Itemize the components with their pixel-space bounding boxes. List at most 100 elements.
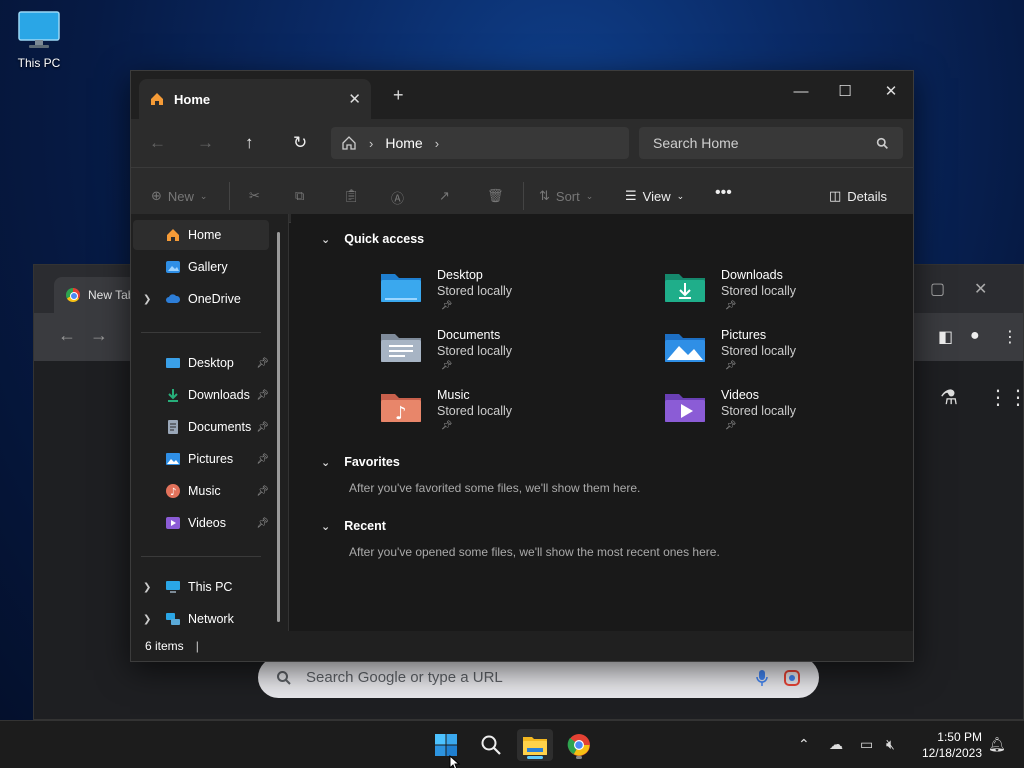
nav-divider (141, 556, 261, 557)
chrome-tab-title: New Tab (88, 288, 135, 302)
folder-icon (523, 737, 547, 755)
quick-access-videos[interactable]: Videos Stored locally 📌︎ (663, 388, 796, 431)
more-options-icon[interactable]: ••• (715, 184, 732, 202)
quick-access-music[interactable]: ♪ Music Stored locally 📌︎ (379, 388, 512, 431)
show-hidden-icons-chevron-icon[interactable]: ⌃ (798, 736, 810, 753)
content-pane: ⌄ Quick access Desktop Stored locally 📌︎… (291, 214, 913, 631)
chrome-sidepanel-icon[interactable]: ◧ (938, 327, 953, 347)
google-search-placeholder: Search Google or type a URL (306, 669, 503, 686)
paste-icon[interactable]: 📋︎ (343, 188, 360, 204)
quick-access-pictures[interactable]: Pictures Stored locally 📌︎ (663, 328, 796, 371)
monitor-icon (18, 11, 60, 48)
section-quick-access[interactable]: ⌄ Quick access (321, 232, 424, 246)
status-bar: 6 items | (131, 631, 913, 661)
nav-label: Videos (188, 516, 226, 530)
nav-item-desktop[interactable]: Desktop 📌︎ (133, 348, 269, 378)
downloads-folder-icon (665, 274, 705, 302)
nav-item-onedrive[interactable]: ❯ OneDrive (133, 284, 269, 314)
details-button[interactable]: ◫ Details (829, 188, 887, 204)
chrome-forward-icon[interactable]: → (90, 325, 108, 346)
rename-icon[interactable]: Ⓐ (391, 188, 404, 207)
section-title: Favorites (344, 455, 400, 469)
nav-item-gallery[interactable]: Gallery (133, 252, 269, 282)
onedrive-offline-icon[interactable]: ☁ (829, 736, 843, 753)
nav-item-videos[interactable]: Videos 📌︎ (133, 508, 269, 538)
new-tab-icon[interactable]: + (393, 85, 404, 106)
new-button[interactable]: ⊕ New ⌄ (151, 188, 207, 204)
address-bar[interactable]: › Home › (331, 127, 629, 159)
close-window-icon[interactable]: ✕ (869, 77, 913, 105)
breadcrumb-home[interactable]: Home (385, 135, 422, 151)
details-label: Details (847, 188, 888, 204)
chrome-menu-icon[interactable]: ⋮ (1002, 327, 1018, 347)
chrome-restore-icon[interactable]: ▢ (930, 279, 945, 299)
explorer-tab-home[interactable]: Home ✕ (139, 79, 371, 119)
nav-item-home[interactable]: Home (133, 220, 269, 250)
section-recent[interactable]: ⌄ Recent (321, 519, 386, 533)
breadcrumb-chevron-icon[interactable]: › (435, 136, 439, 151)
chrome-profile-icon[interactable]: ● (970, 327, 980, 345)
expand-chevron-icon[interactable]: ❯ (143, 294, 151, 305)
section-title: Recent (344, 519, 386, 533)
details-pane-icon: ◫ (829, 188, 842, 203)
videos-folder-icon (665, 394, 705, 422)
microphone-icon[interactable] (755, 669, 769, 687)
file-explorer-taskbar-button[interactable] (517, 729, 553, 761)
item-name: Desktop (437, 268, 483, 282)
search-box[interactable]: Search Home (639, 127, 903, 159)
status-divider: | (195, 639, 199, 653)
chevron-down-icon: ⌄ (676, 190, 685, 201)
delete-icon[interactable]: 🗑︎ (487, 188, 504, 204)
quick-access-documents[interactable]: Documents Stored locally 📌︎ (379, 328, 512, 371)
forward-icon[interactable]: → (197, 133, 214, 153)
cut-icon[interactable]: ✂ (249, 188, 260, 204)
refresh-icon[interactable]: ↻ (293, 133, 307, 153)
close-tab-icon[interactable]: ✕ (348, 90, 361, 108)
chrome-labs-icon[interactable]: ⚗ (940, 385, 958, 410)
view-button[interactable]: ☰ View ⌄ (625, 188, 684, 204)
copy-icon[interactable]: ⧉ (295, 188, 304, 204)
chrome-logo-icon (66, 288, 80, 302)
nav-item-documents[interactable]: Documents 📌︎ (133, 412, 269, 442)
expand-chevron-icon[interactable]: ❯ (143, 582, 151, 593)
section-favorites[interactable]: ⌄ Favorites (321, 455, 400, 469)
chrome-apps-grid-icon[interactable]: ⋮⋮ (988, 385, 1024, 410)
search-button[interactable] (473, 729, 509, 761)
quick-access-downloads[interactable]: Downloads Stored locally 📌︎ (663, 268, 796, 311)
nav-label: OneDrive (188, 292, 241, 306)
nav-item-downloads[interactable]: Downloads 📌︎ (133, 380, 269, 410)
plus-circle-icon: ⊕ (151, 188, 162, 203)
home-icon (151, 93, 163, 105)
navigation-pane: Home Gallery ❯ OneDrive Desktop 📌︎ Downl… (131, 214, 289, 631)
chrome-taskbar-button[interactable] (561, 729, 597, 761)
minimize-icon[interactable]: — (779, 77, 823, 105)
notifications-bell-icon[interactable]: 🔔︎ (988, 736, 1006, 753)
nav-scrollbar[interactable] (277, 232, 280, 622)
item-count: 6 items (145, 639, 184, 653)
share-icon[interactable]: ↗ (439, 188, 450, 204)
google-search-box[interactable]: Search Google or type a URL (258, 657, 819, 698)
volume-muted-icon[interactable]: 🔇︎ (886, 736, 895, 753)
clock-date: 12/18/2023 (921, 746, 982, 760)
google-lens-icon[interactable] (783, 669, 801, 687)
maximize-icon[interactable]: ☐ (823, 77, 867, 105)
nav-item-pictures[interactable]: Pictures 📌︎ (133, 444, 269, 474)
chrome-back-icon[interactable]: ← (58, 325, 76, 346)
item-name: Music (437, 388, 470, 402)
clock[interactable]: 1:50 PM 12/18/2023 (912, 729, 982, 761)
nav-item-network[interactable]: ❯ Network (133, 604, 269, 634)
quick-access-desktop[interactable]: Desktop Stored locally 📌︎ (379, 268, 512, 311)
sort-button[interactable]: ⇅ Sort ⌄ (539, 188, 593, 204)
search-icon (277, 670, 291, 685)
nav-item-this-pc[interactable]: ❯ This PC (133, 572, 269, 602)
back-icon[interactable]: ← (149, 133, 166, 153)
chrome-close-icon[interactable]: ✕ (974, 279, 987, 299)
breadcrumb-chevron-icon[interactable]: › (369, 136, 373, 151)
nav-item-music[interactable]: ♪ Music 📌︎ (133, 476, 269, 506)
network-icon[interactable]: ▭ (860, 736, 873, 753)
up-icon[interactable]: ↑ (245, 133, 254, 153)
music-icon: ♪ (166, 484, 180, 498)
expand-chevron-icon[interactable]: ❯ (143, 614, 151, 625)
desktop-icon-this-pc[interactable]: This PC (12, 10, 66, 70)
chrome-icon (567, 734, 590, 756)
